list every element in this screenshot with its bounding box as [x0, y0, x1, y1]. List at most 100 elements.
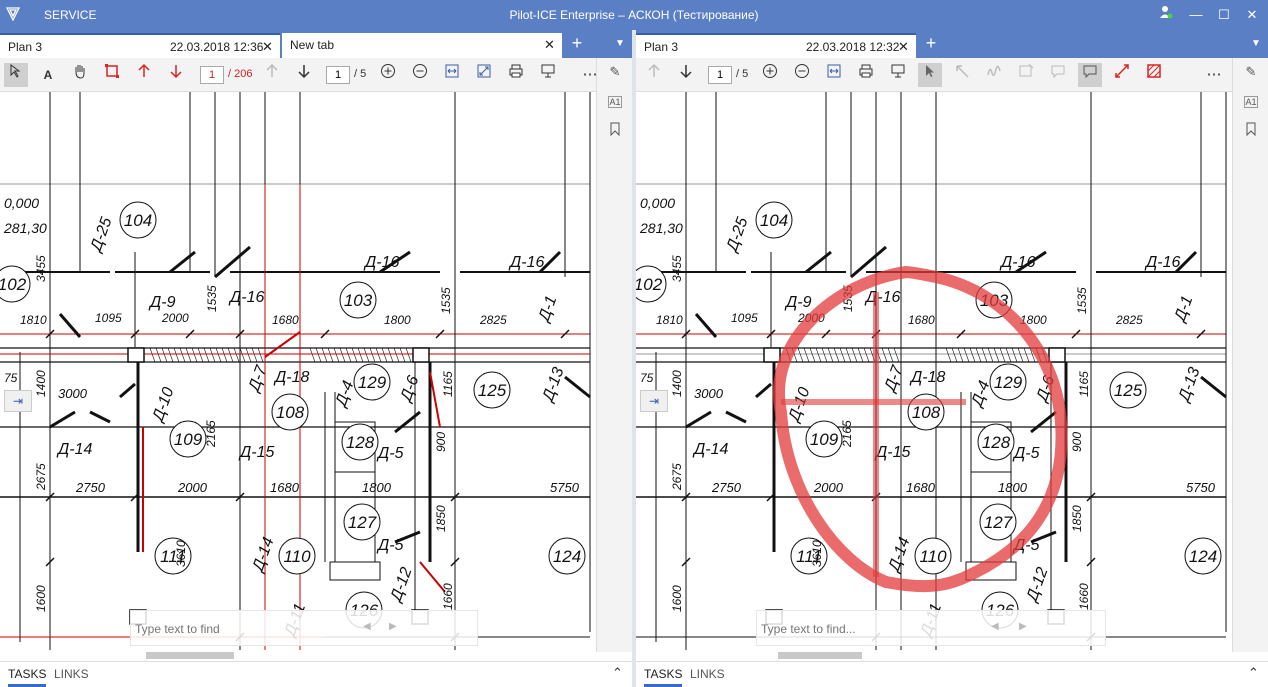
next-document-icon[interactable]	[164, 63, 188, 87]
plan-line	[264, 331, 301, 358]
find-text-input[interactable]	[135, 619, 315, 639]
find-text-input[interactable]	[761, 619, 941, 639]
chevron-up-icon[interactable]: ⌃	[1248, 665, 1259, 681]
dimension-text: 1535	[439, 287, 453, 314]
arrow-annotation-icon[interactable]	[950, 63, 974, 87]
plan-line	[887, 347, 894, 363]
left-sidebar: ✎ A1	[596, 58, 632, 652]
rectangle-select-icon[interactable]	[100, 63, 124, 87]
add-tab-button[interactable]: +	[566, 33, 588, 55]
tab-tasks[interactable]: TASKS	[8, 667, 47, 687]
zoom-in-icon[interactable]	[758, 63, 782, 87]
tab-plan-3-left[interactable]: Plan 3 22.03.2018 12:36 ✕	[0, 33, 280, 58]
bookmark-icon[interactable]	[605, 122, 625, 142]
plan-line	[797, 347, 804, 363]
close-tab-button[interactable]: ✕	[544, 37, 555, 53]
print-icon[interactable]	[854, 63, 878, 87]
hand-pan-icon[interactable]	[68, 63, 92, 87]
document-number-input[interactable]: 1	[200, 66, 224, 84]
door-label: Д-16	[999, 254, 1035, 271]
tab-list-dropdown[interactable]: ▼	[615, 38, 625, 49]
prev-page-icon[interactable]	[260, 63, 284, 87]
page-number-input[interactable]: 1	[708, 66, 732, 84]
door-label: Д-9	[784, 294, 812, 311]
print-icon[interactable]	[504, 63, 528, 87]
user-status-icon[interactable]	[1154, 4, 1178, 26]
column	[412, 347, 430, 363]
door-label: Д-14	[692, 441, 728, 458]
close-tab-button[interactable]: ✕	[262, 39, 273, 55]
next-page-icon[interactable]	[674, 63, 698, 87]
minimize-button[interactable]: —	[1184, 4, 1208, 26]
zoom-out-icon[interactable]	[408, 63, 432, 87]
room-number: 129	[994, 373, 1023, 392]
area-hatch-icon[interactable]	[1142, 63, 1166, 87]
line-measure-icon[interactable]	[1110, 63, 1134, 87]
chevron-up-icon[interactable]: ⌃	[612, 665, 623, 681]
more-options-icon[interactable]: ⋯	[1202, 63, 1226, 87]
prev-document-icon[interactable]	[132, 63, 156, 87]
plan-line	[233, 347, 240, 363]
plan-line	[381, 347, 388, 363]
presentation-icon[interactable]	[536, 63, 560, 87]
left-find-bar: ◀ ▶	[130, 610, 478, 646]
expand-panel-button[interactable]: ⇥	[4, 390, 32, 412]
find-next-icon[interactable]: ▶	[389, 621, 397, 632]
scroll-thumb[interactable]	[778, 652, 862, 659]
pencil-icon[interactable]: ✎	[1241, 64, 1261, 84]
tab-links[interactable]: LINKS	[54, 667, 89, 681]
tab-plan-3-right[interactable]: Plan 3 22.03.2018 12:32 ✕	[636, 33, 916, 58]
plan-line	[119, 382, 136, 399]
close-window-button[interactable]: ✕	[1240, 4, 1264, 26]
text-layer-icon[interactable]: A1	[1244, 96, 1258, 108]
maximize-button[interactable]: ☐	[1212, 4, 1236, 26]
left-drawing-canvas[interactable]: 104102103129125109108128127111110124126Д…	[0, 92, 596, 652]
find-prev-icon[interactable]: ◀	[363, 621, 371, 632]
room-number: 129	[358, 373, 387, 392]
note-icon[interactable]	[1078, 63, 1102, 87]
left-horizontal-scrollbar[interactable]	[0, 650, 596, 660]
zoom-in-icon[interactable]	[376, 63, 400, 87]
plan-line	[999, 347, 1006, 363]
scroll-thumb[interactable]	[146, 652, 234, 659]
stamp-icon[interactable]	[1014, 63, 1038, 87]
tab-list-dropdown[interactable]: ▼	[1251, 38, 1261, 49]
fit-width-icon[interactable]	[822, 63, 846, 87]
freehand-icon[interactable]	[982, 63, 1006, 87]
bookmark-icon[interactable]	[1241, 122, 1261, 142]
room-number: 103	[344, 291, 373, 310]
tab-tasks[interactable]: TASKS	[644, 667, 683, 687]
page-number-input[interactable]: 1	[326, 66, 350, 84]
next-page-icon[interactable]	[292, 63, 316, 87]
room-number: 102	[636, 275, 663, 294]
text-layer-icon[interactable]: A1	[608, 96, 622, 108]
close-tab-button[interactable]: ✕	[898, 39, 909, 55]
plan-line	[821, 347, 828, 363]
fit-width-icon[interactable]	[440, 63, 464, 87]
fit-page-icon[interactable]	[472, 63, 496, 87]
tab-links[interactable]: LINKS	[690, 667, 725, 681]
pointer-tool-icon[interactable]	[918, 63, 942, 87]
presentation-icon[interactable]	[886, 63, 910, 87]
right-horizontal-scrollbar[interactable]	[636, 650, 1232, 660]
plan-line	[89, 410, 111, 424]
tab-new-tab[interactable]: New tab ✕	[282, 33, 562, 58]
prev-page-icon[interactable]	[642, 63, 666, 87]
pencil-icon[interactable]: ✎	[605, 64, 625, 84]
plan-line	[839, 347, 846, 363]
title-bar: SERVICE Pilot-ICE Enterprise – АСКОН (Те…	[0, 0, 1268, 30]
expand-panel-button[interactable]: ⇥	[640, 390, 668, 412]
page-total: / 5	[354, 68, 367, 80]
right-drawing-canvas[interactable]: 104102103129125109108128127111110124126Д…	[636, 92, 1232, 652]
find-prev-icon[interactable]: ◀	[991, 621, 999, 632]
plan-line	[167, 347, 174, 363]
zoom-out-icon[interactable]	[790, 63, 814, 87]
comment-icon[interactable]	[1046, 63, 1070, 87]
dimension-text: 1680	[906, 480, 936, 495]
door-label: Д-14	[885, 535, 913, 575]
door-label: Д-10	[149, 385, 177, 425]
add-tab-button[interactable]: +	[920, 33, 942, 55]
find-next-icon[interactable]: ▶	[1019, 621, 1027, 632]
select-text-tool-icon[interactable]	[4, 63, 28, 87]
text-tool-icon[interactable]: A	[36, 63, 60, 87]
